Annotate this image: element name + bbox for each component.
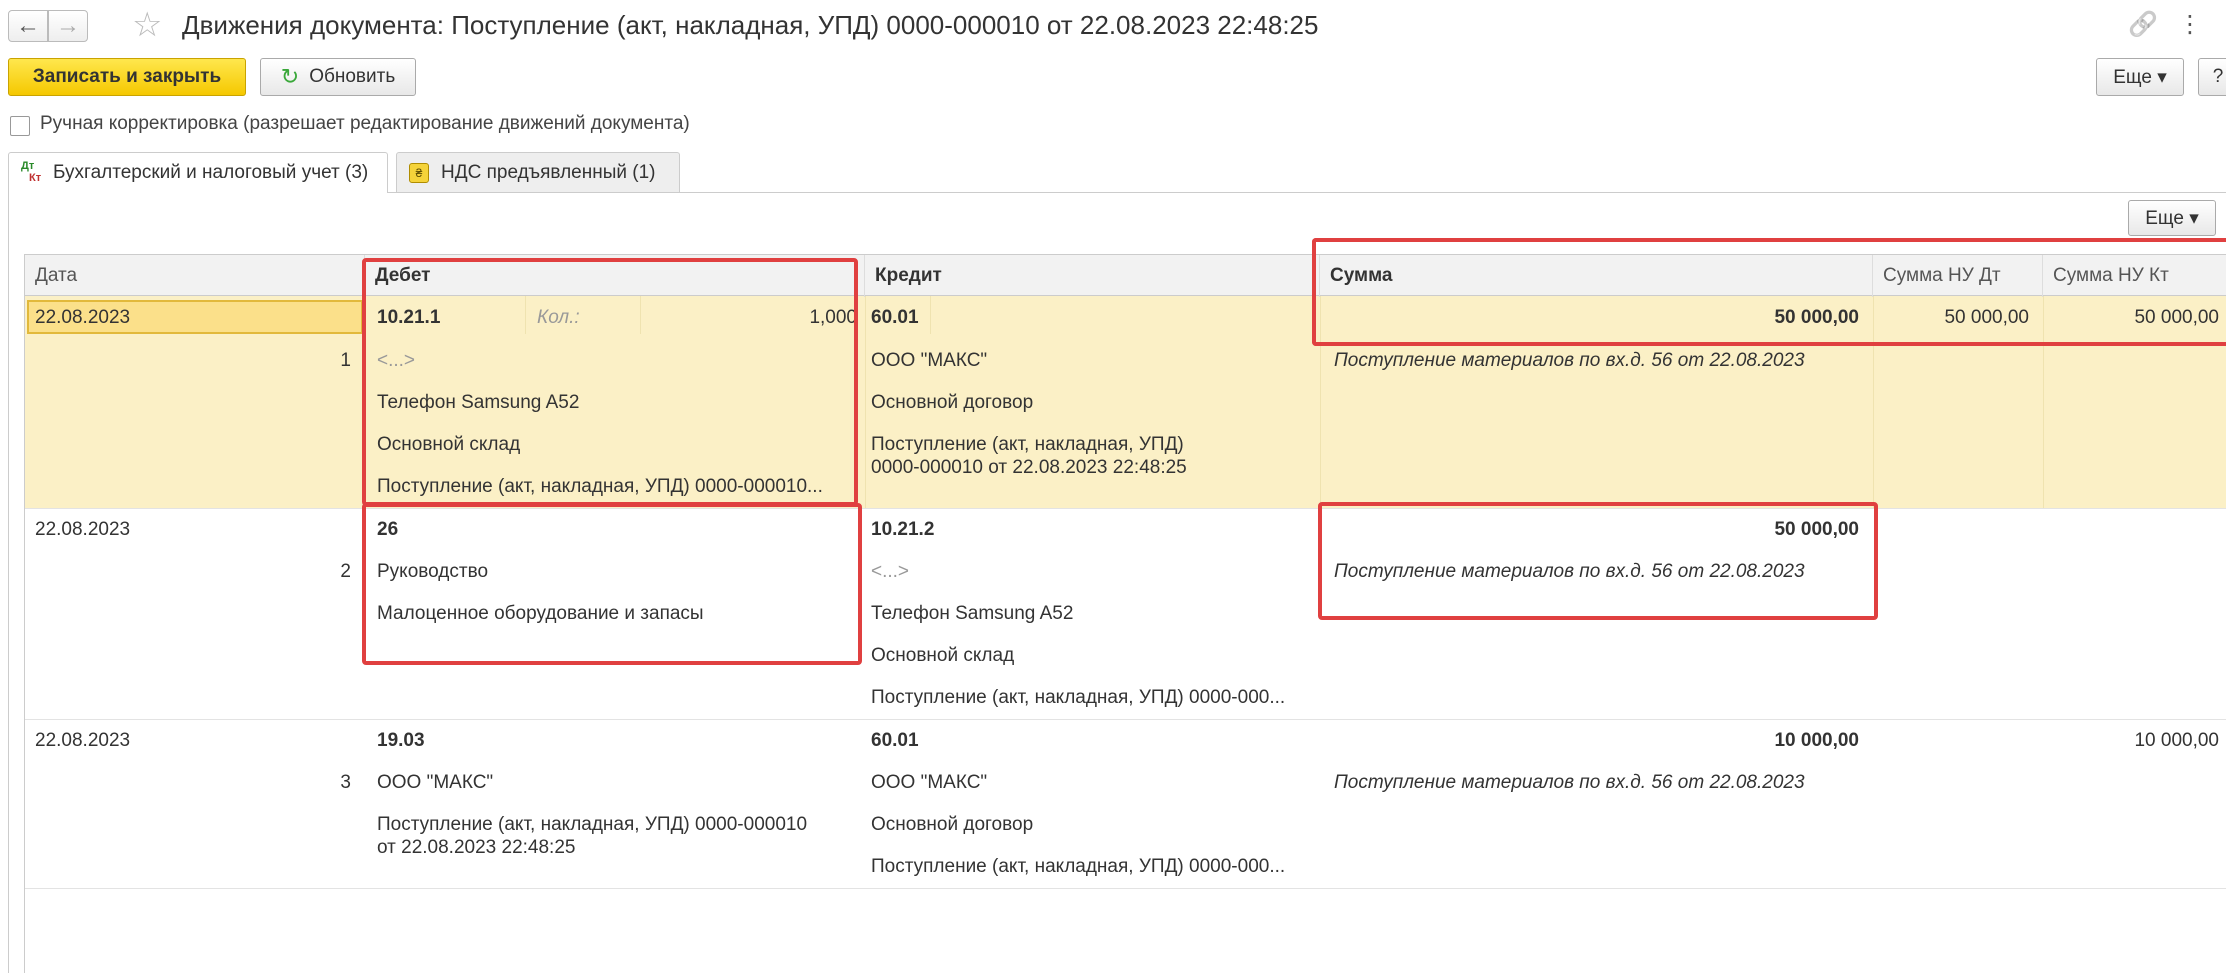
- tab-vat[interactable]: ₴ НДС предъявленный (1): [396, 152, 680, 192]
- manual-edit-label: Ручная корректировка (разрешает редактир…: [40, 113, 690, 134]
- window-title: Движения документа: Поступление (акт, на…: [182, 10, 1319, 40]
- sum-value: 10 000,00: [1774, 730, 1859, 751]
- row-date: 22.08.2023: [35, 307, 131, 328]
- credit-subconto: <...>: [871, 561, 910, 582]
- tab-accounting-label: Бухгалтерский и налоговый учет (3): [53, 162, 369, 183]
- row-number: 2: [340, 561, 351, 582]
- save-and-close-button[interactable]: Записать и закрыть: [8, 58, 246, 96]
- vat-register-icon: ₴: [409, 162, 429, 183]
- highlight-debit-row1: [362, 258, 858, 506]
- row-separator: [25, 508, 2226, 509]
- sum-nu-kt-value: 10 000,00: [2134, 730, 2219, 751]
- debit-subconto: ООО "МАКС": [377, 772, 494, 793]
- posting-content: Поступление материалов по вх.д. 56 от 22…: [1334, 350, 1805, 371]
- column-credit[interactable]: Кредит: [865, 255, 1320, 297]
- credit-subconto: Поступление (акт, накладная, УПД) 0000-0…: [871, 856, 1286, 877]
- highlight-sum-row2: [1318, 502, 1878, 620]
- credit-account: 10.21.2: [871, 519, 935, 540]
- panel-border: [8, 192, 9, 973]
- credit-subconto: Основной склад: [871, 645, 1015, 666]
- row-date: 22.08.2023: [35, 519, 131, 540]
- credit-subconto: Поступление (акт, накладная, УПД) 0000-0…: [871, 687, 1286, 708]
- highlight-sum-header: [1312, 238, 2226, 346]
- column-date[interactable]: Дата: [25, 255, 365, 297]
- credit-subconto: Поступление (акт, накладная, УПД): [871, 434, 1184, 455]
- highlight-debit-row2: [362, 503, 862, 665]
- column-divider: [930, 296, 931, 334]
- row-number: 3: [340, 772, 351, 793]
- dt-kt-icon: Дт Кт: [21, 160, 42, 184]
- debit-subconto: Поступление (акт, накладная, УПД) 0000-0…: [377, 814, 808, 835]
- table-more-button[interactable]: Еще ▾: [2128, 200, 2216, 236]
- credit-subconto: ООО "МАКС": [871, 350, 988, 371]
- credit-subconto: ООО "МАКС": [871, 772, 988, 793]
- arrow-right-icon: →: [56, 12, 80, 39]
- refresh-icon: ↻: [280, 64, 300, 89]
- row-separator: [25, 888, 2226, 889]
- tab-vat-label: НДС предъявленный (1): [441, 161, 656, 183]
- credit-subconto: 0000-000010 от 22.08.2023 22:48:25: [871, 457, 1187, 478]
- more-menu-button[interactable]: Еще ▾: [2096, 58, 2184, 96]
- forward-button[interactable]: →: [48, 10, 88, 42]
- manual-edit-checkbox[interactable]: [10, 116, 30, 136]
- credit-account: 60.01: [871, 307, 919, 328]
- link-icon[interactable]: 🔗: [2128, 10, 2158, 39]
- favorite-star-icon[interactable]: ☆: [132, 8, 162, 42]
- debit-account: 19.03: [377, 730, 425, 751]
- kebab-menu-icon[interactable]: ⋮: [2178, 10, 2202, 39]
- help-button[interactable]: ?: [2198, 58, 2226, 96]
- row-separator: [25, 719, 2226, 720]
- column-divider: [865, 296, 866, 508]
- credit-subconto: Основной договор: [871, 814, 1034, 835]
- back-button[interactable]: ←: [8, 10, 48, 42]
- credit-subconto: Основной договор: [871, 392, 1034, 413]
- credit-account: 60.01: [871, 730, 919, 751]
- posting-content: Поступление материалов по вх.д. 56 от 22…: [1334, 772, 1805, 793]
- postings-table: Дата Дебет Кредит Сумма Сумма НУ Дт Сумм…: [24, 254, 2226, 973]
- debit-subconto: от 22.08.2023 22:48:25: [377, 837, 576, 858]
- row-number: 1: [340, 350, 351, 371]
- refresh-button[interactable]: ↻ Обновить: [260, 58, 416, 96]
- row-date: 22.08.2023: [35, 730, 131, 751]
- refresh-label: Обновить: [309, 66, 396, 87]
- arrow-left-icon: ←: [16, 12, 40, 39]
- credit-subconto: Телефон Samsung A52: [871, 603, 1074, 624]
- tab-accounting[interactable]: Дт Кт Бухгалтерский и налоговый учет (3): [8, 152, 388, 193]
